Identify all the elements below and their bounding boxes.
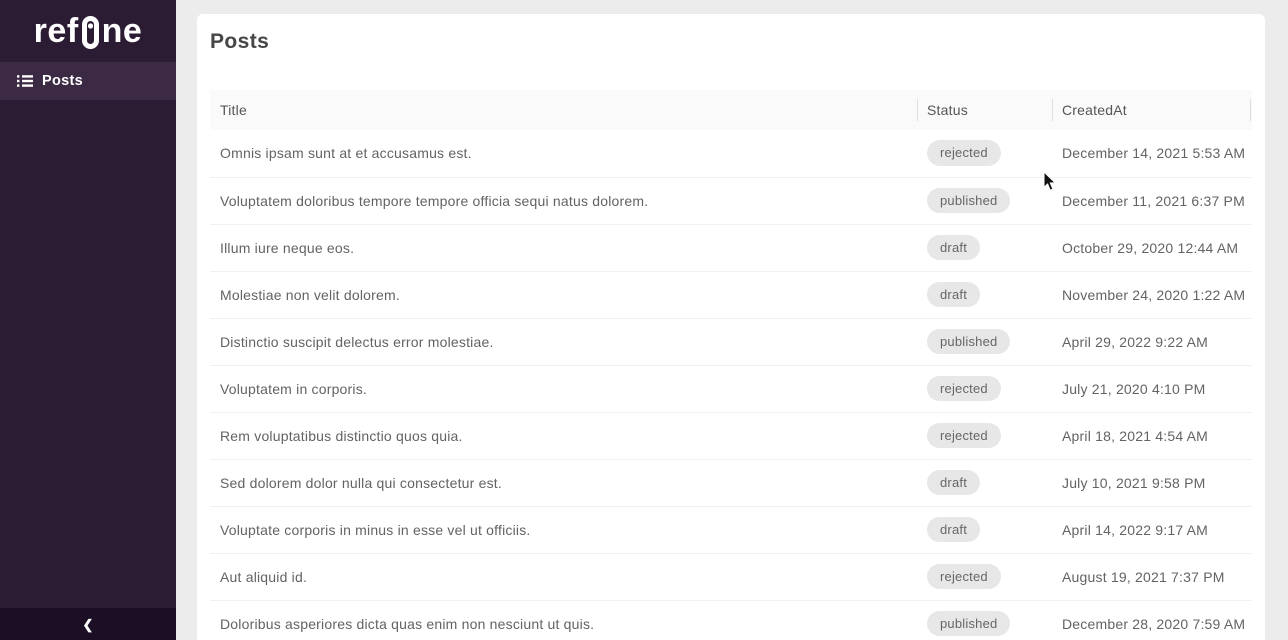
cell-title: Aut aliquid id. bbox=[210, 553, 917, 600]
cell-title: Omnis ipsam sunt at et accusamus est. bbox=[210, 130, 917, 177]
status-badge: published bbox=[927, 329, 1010, 355]
cell-status: published bbox=[917, 177, 1052, 224]
cell-title: Molestiae non velit dolorem. bbox=[210, 271, 917, 318]
cell-createdat: July 10, 2021 9:58 PM bbox=[1052, 459, 1252, 506]
cell-status: published bbox=[917, 600, 1052, 640]
table-row: Rem voluptatibus distinctio quos quia. re… bbox=[210, 412, 1252, 459]
logo-text-right: ne bbox=[102, 14, 143, 48]
cell-createdat: July 21, 2020 4:10 PM bbox=[1052, 365, 1252, 412]
sidebar-item-posts[interactable]: Posts bbox=[0, 62, 176, 100]
cell-createdat: April 18, 2021 4:54 AM bbox=[1052, 412, 1252, 459]
cell-title: Doloribus asperiores dicta quas enim non… bbox=[210, 600, 917, 640]
cell-status: rejected bbox=[917, 365, 1052, 412]
cell-createdat: December 28, 2020 7:59 AM bbox=[1052, 600, 1252, 640]
table-row: Aut aliquid id. rejected August 19, 2021 7… bbox=[210, 553, 1252, 600]
cell-createdat: October 29, 2020 12:44 AM bbox=[1052, 224, 1252, 271]
logo-pill-icon bbox=[82, 16, 99, 49]
cell-status: rejected bbox=[917, 412, 1052, 459]
posts-table: Title Status CreatedAt Omnis ipsam sunt … bbox=[210, 90, 1252, 640]
posts-card: Posts Title Status CreatedAt Omnis ipsam… bbox=[197, 14, 1265, 640]
status-badge: draft bbox=[927, 282, 980, 308]
cell-createdat: December 11, 2021 6:37 PM bbox=[1052, 177, 1252, 224]
table-row: Molestiae non velit dolorem. draft Novembe… bbox=[210, 271, 1252, 318]
logo-text-left: ref bbox=[34, 14, 79, 48]
main-content: Posts Title Status CreatedAt Omnis ipsam… bbox=[176, 0, 1288, 640]
table-header: Title Status CreatedAt bbox=[210, 90, 1252, 130]
cell-status: rejected bbox=[917, 553, 1052, 600]
table-row: Voluptatem doloribus tempore tempore off… bbox=[210, 177, 1252, 224]
column-header-title[interactable]: Title bbox=[210, 90, 917, 130]
unordered-list-icon bbox=[17, 73, 33, 89]
page-title: Posts bbox=[210, 30, 1252, 54]
refine-logo[interactable]: ref ne bbox=[34, 14, 143, 49]
cell-title: Rem voluptatibus distinctio quos quia. bbox=[210, 412, 917, 459]
sidebar-item-label: Posts bbox=[42, 73, 83, 89]
sidebar-collapse-button[interactable]: ❮ bbox=[0, 608, 176, 640]
status-badge: draft bbox=[927, 235, 980, 261]
cell-title: Voluptate corporis in minus in esse vel … bbox=[210, 506, 917, 553]
table-body: Omnis ipsam sunt at et accusamus est. rej… bbox=[210, 130, 1252, 640]
cell-createdat: April 14, 2022 9:17 AM bbox=[1052, 506, 1252, 553]
cell-title: Voluptatem doloribus tempore tempore off… bbox=[210, 177, 917, 224]
collapse-left-icon: ❮ bbox=[83, 618, 94, 631]
status-badge: draft bbox=[927, 517, 980, 543]
cell-createdat: April 29, 2022 9:22 AM bbox=[1052, 318, 1252, 365]
cell-title: Illum iure neque eos. bbox=[210, 224, 917, 271]
table-row: Illum iure neque eos. draft October 29, 20… bbox=[210, 224, 1252, 271]
sidebar: ref ne P bbox=[0, 0, 176, 640]
cell-createdat: November 24, 2020 1:22 AM bbox=[1052, 271, 1252, 318]
table-row: Sed dolorem dolor nulla qui consectetur … bbox=[210, 459, 1252, 506]
cell-status: draft bbox=[917, 506, 1052, 553]
status-badge: published bbox=[927, 611, 1010, 637]
cell-status: rejected bbox=[917, 130, 1052, 177]
status-badge: rejected bbox=[927, 564, 1001, 590]
cell-status: draft bbox=[917, 224, 1052, 271]
cell-title: Sed dolorem dolor nulla qui consectetur … bbox=[210, 459, 917, 506]
table-row: Omnis ipsam sunt at et accusamus est. rej… bbox=[210, 130, 1252, 177]
table-row: Voluptate corporis in minus in esse vel … bbox=[210, 506, 1252, 553]
status-badge: rejected bbox=[927, 423, 1001, 449]
logo-area: ref ne bbox=[0, 0, 176, 62]
table-row: Distinctio suscipit delectus error moles… bbox=[210, 318, 1252, 365]
status-badge: draft bbox=[927, 470, 980, 496]
cell-title: Voluptatem in corporis. bbox=[210, 365, 917, 412]
cell-status: published bbox=[917, 318, 1052, 365]
cell-createdat: August 19, 2021 7:37 PM bbox=[1052, 553, 1252, 600]
cell-status: draft bbox=[917, 271, 1052, 318]
status-badge: rejected bbox=[927, 376, 1001, 402]
table-row: Doloribus asperiores dicta quas enim non… bbox=[210, 600, 1252, 640]
cell-createdat: December 14, 2021 5:53 AM bbox=[1052, 130, 1252, 177]
table-row: Voluptatem in corporis. rejected July 21, … bbox=[210, 365, 1252, 412]
column-header-createdat[interactable]: CreatedAt bbox=[1052, 90, 1252, 130]
status-badge: published bbox=[927, 188, 1010, 214]
cell-status: draft bbox=[917, 459, 1052, 506]
cell-title: Distinctio suscipit delectus error moles… bbox=[210, 318, 917, 365]
sidebar-menu: Posts bbox=[0, 62, 176, 100]
status-badge: rejected bbox=[927, 140, 1001, 166]
column-header-status[interactable]: Status bbox=[917, 90, 1052, 130]
